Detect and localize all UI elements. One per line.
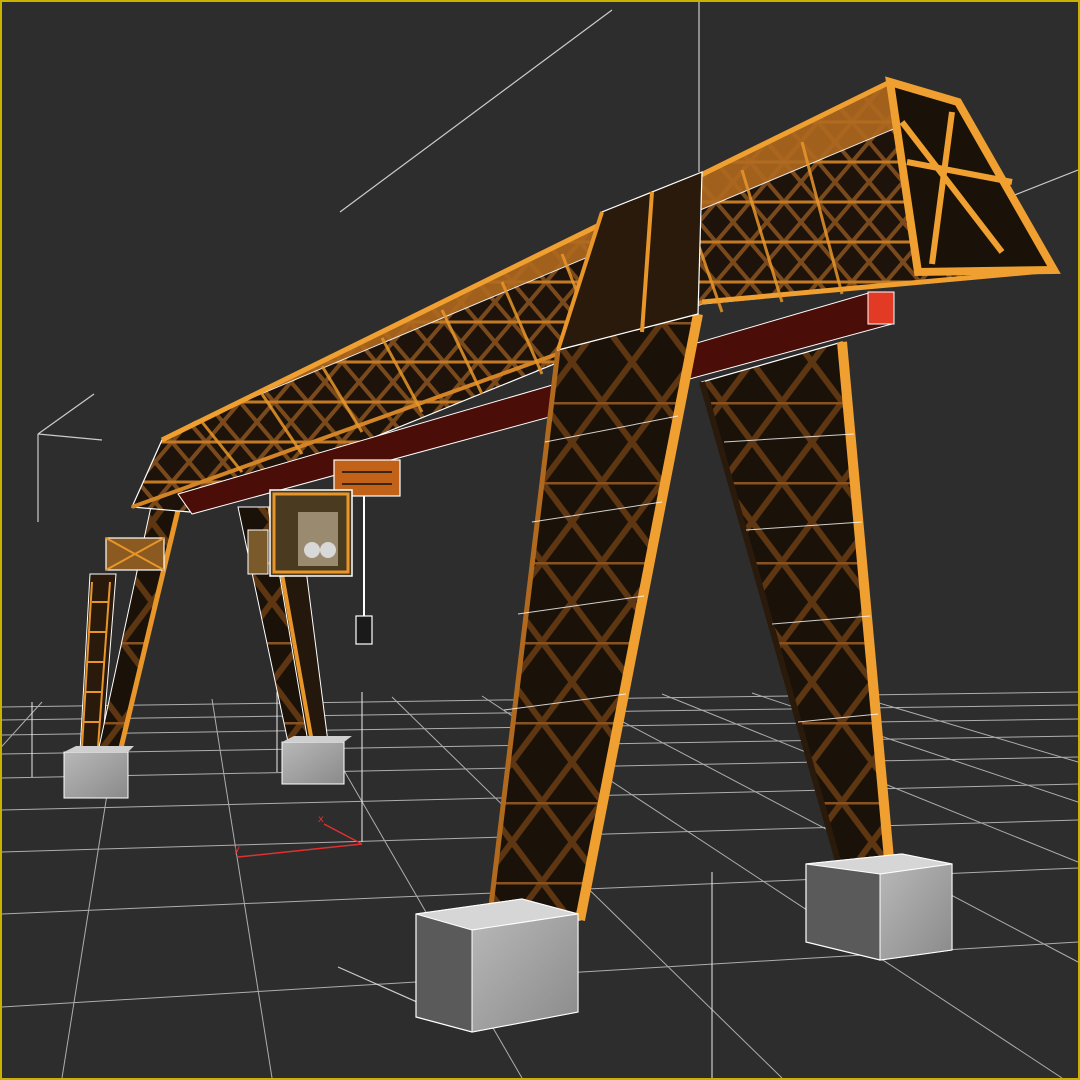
footing-front-right bbox=[805, 853, 953, 961]
scene-canvas[interactable]: y x bbox=[2, 2, 1078, 1078]
perspective-viewport[interactable]: y x bbox=[0, 0, 1080, 1080]
footing-left bbox=[281, 736, 352, 785]
axis-x-label: x bbox=[318, 814, 324, 825]
hook-block[interactable] bbox=[355, 615, 373, 645]
operator-cabin[interactable] bbox=[247, 489, 353, 577]
axis-gizmo: y x bbox=[234, 814, 363, 858]
far-left-cabin[interactable] bbox=[105, 537, 165, 571]
footing-front-left bbox=[415, 898, 579, 1033]
axis-y-label: y bbox=[234, 844, 240, 855]
footing-far-left bbox=[63, 746, 134, 799]
